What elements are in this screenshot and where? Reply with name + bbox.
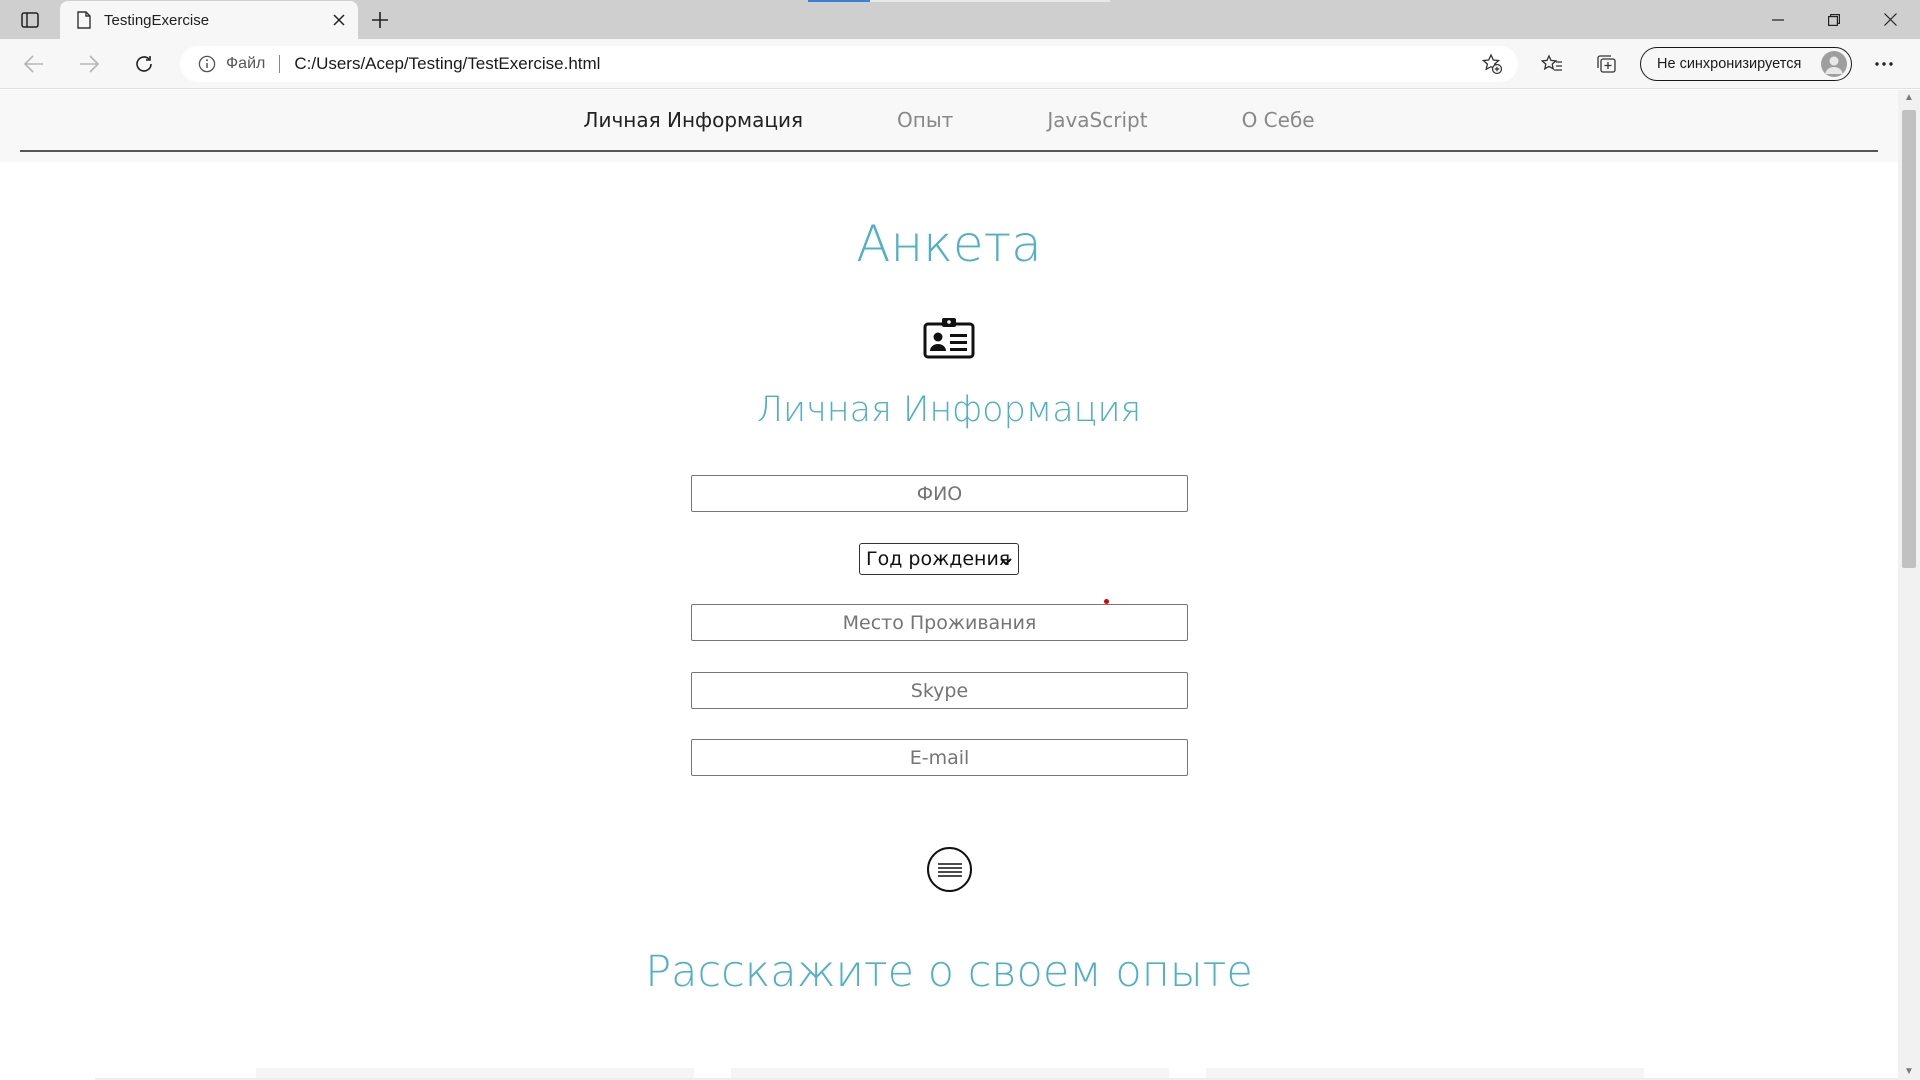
- loading-track: [870, 0, 1110, 2]
- email-input[interactable]: [691, 739, 1188, 776]
- tab-actions-icon[interactable]: [14, 8, 46, 32]
- nav-link-about[interactable]: О Себе: [1195, 108, 1362, 132]
- browser-toolbar: Файл C:/Users/Acep/Testing/TestExercise.…: [0, 39, 1920, 89]
- add-favorite-icon[interactable]: [1480, 52, 1504, 76]
- nav-link-experience[interactable]: Опыт: [850, 108, 1000, 132]
- birth-year-select[interactable]: Год рождения: [859, 543, 1019, 575]
- vertical-scrollbar[interactable]: ▲ ▼: [1898, 90, 1920, 1080]
- restore-icon[interactable]: [1806, 0, 1862, 39]
- page-icon: [74, 10, 94, 30]
- chevron-down-icon: [999, 552, 1013, 566]
- menu-toggle-button[interactable]: [927, 847, 972, 892]
- id-card-icon: [923, 317, 975, 359]
- navbar-divider: [20, 150, 1878, 152]
- address-scheme: Файл: [226, 55, 266, 72]
- more-icon[interactable]: [1866, 46, 1902, 82]
- experience-section-title: Расскажите о своем опыте: [645, 947, 1253, 997]
- address-bar[interactable]: Файл C:/Users/Acep/Testing/TestExercise.…: [180, 46, 1518, 82]
- close-window-icon[interactable]: [1862, 0, 1918, 39]
- page-viewport: Личная Информация Опыт JavaScript О Себе…: [0, 90, 1898, 1080]
- nav-link-personal-info[interactable]: Личная Информация: [536, 108, 850, 132]
- collections-icon[interactable]: [1589, 46, 1625, 82]
- tab-strip: TestingExercise: [0, 0, 1920, 39]
- birth-year-value: Год рождения: [866, 548, 1011, 570]
- refresh-icon[interactable]: [126, 46, 162, 82]
- address-url[interactable]: C:/Users/Acep/Testing/TestExercise.html: [294, 54, 600, 74]
- loading-indicator: [808, 0, 870, 2]
- minimize-icon[interactable]: [1750, 0, 1806, 39]
- nav-link-javascript[interactable]: JavaScript: [1000, 108, 1194, 132]
- fio-input[interactable]: [691, 475, 1188, 512]
- profile-sync-label: Не синхронизируется: [1657, 56, 1802, 72]
- close-icon[interactable]: [324, 5, 354, 35]
- back-arrow-icon[interactable]: [16, 46, 52, 82]
- avatar: [1821, 51, 1847, 77]
- scroll-down-arrow-icon[interactable]: ▼: [1903, 1066, 1915, 1078]
- page-title: Анкета: [856, 215, 1042, 273]
- tab-title: TestingExercise: [104, 11, 210, 29]
- plus-icon[interactable]: [364, 4, 396, 36]
- profile-sync-button[interactable]: Не синхронизируется: [1640, 47, 1852, 81]
- skype-input[interactable]: [691, 672, 1188, 709]
- hamburger-icon: [937, 862, 962, 877]
- section-title-personal-info: Личная Информация: [756, 390, 1142, 430]
- address-separator: [279, 55, 281, 73]
- scroll-up-arrow-icon[interactable]: ▲: [1903, 92, 1915, 104]
- residence-input[interactable]: [691, 604, 1188, 641]
- favorites-icon[interactable]: [1534, 46, 1570, 82]
- scrollbar-thumb[interactable]: [1902, 110, 1916, 568]
- site-navbar: Личная Информация Опыт JavaScript О Себе: [0, 90, 1898, 162]
- forward-arrow-icon[interactable]: [71, 46, 107, 82]
- info-icon[interactable]: [196, 53, 218, 75]
- browser-tab[interactable]: TestingExercise: [60, 1, 358, 39]
